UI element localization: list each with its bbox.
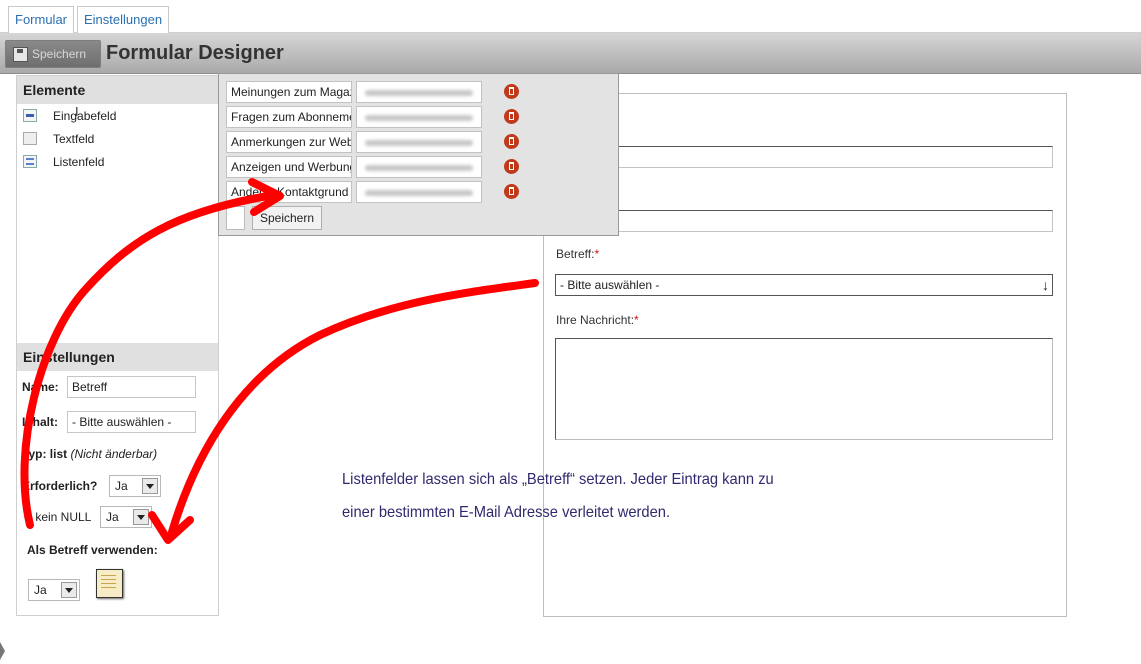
elements-panel-title: Elemente bbox=[17, 76, 218, 104]
tab-bar: Formular Einstellungen bbox=[0, 0, 1141, 33]
subject-select-value: - Bitte auswählen - bbox=[560, 278, 660, 292]
required-select-value: Ja bbox=[115, 479, 128, 493]
required-mark: * bbox=[634, 313, 639, 327]
tab-formular[interactable]: Formular bbox=[8, 6, 75, 33]
notnull-label: - kein NULL bbox=[28, 510, 92, 524]
caption-line-2: einer bestimmten E-Mail Adresse verleite… bbox=[342, 504, 671, 521]
message-field-label: Ihre Nachricht:* bbox=[556, 313, 639, 327]
name-input[interactable]: Betreff bbox=[67, 376, 196, 398]
chevron-down-icon bbox=[142, 478, 158, 494]
entry-email-input[interactable] bbox=[356, 181, 482, 203]
trash-icon[interactable] bbox=[504, 159, 519, 174]
trash-icon[interactable] bbox=[504, 134, 519, 149]
type-info: Typ: list (Nicht änderbar) bbox=[22, 447, 157, 461]
entry-email-input[interactable] bbox=[356, 131, 482, 153]
trash-icon[interactable] bbox=[504, 109, 519, 124]
form-input-2[interactable] bbox=[555, 210, 1053, 232]
subject-field-label-text: Betreff: bbox=[556, 247, 595, 261]
textarea-icon bbox=[23, 132, 37, 145]
redacted-email bbox=[365, 190, 473, 196]
chevron-down-icon bbox=[61, 582, 77, 598]
add-entry-field[interactable] bbox=[226, 206, 245, 230]
redacted-email bbox=[365, 90, 473, 96]
redacted-email bbox=[365, 115, 473, 121]
content-label: Inhalt: bbox=[22, 415, 58, 429]
settings-panel-title: Einstellungen bbox=[17, 343, 218, 371]
subject-setting-label: Als Betreff verwenden: bbox=[27, 543, 158, 557]
subject-field-label: Betreff:* bbox=[556, 247, 599, 261]
name-label: Name: bbox=[22, 380, 59, 394]
caption-line-1: Listenfelder lassen sich als „Betreff“ s… bbox=[342, 471, 774, 488]
entry-name-input[interactable]: Anmerkungen zur Website bbox=[226, 131, 352, 153]
list-entries-popup: Meinungen zum Magazin Fragen zum Abonnem… bbox=[218, 73, 619, 236]
entry-name-input[interactable]: Fragen zum Abonnement bbox=[226, 106, 352, 128]
message-textarea[interactable] bbox=[555, 338, 1053, 440]
form-input-1[interactable] bbox=[555, 146, 1053, 168]
element-label: Textfeld bbox=[53, 132, 95, 146]
save-button[interactable]: Speichern bbox=[5, 40, 101, 68]
entry-name-input[interactable]: Meinungen zum Magazin bbox=[226, 81, 352, 103]
list-editor-icon[interactable] bbox=[96, 569, 123, 598]
element-label: Eingabefeld bbox=[53, 109, 117, 123]
message-field-label-text: Ihre Nachricht: bbox=[556, 313, 635, 327]
notnull-select-value: Ja bbox=[106, 510, 119, 524]
element-label: Listenfeld bbox=[53, 155, 105, 169]
trash-icon[interactable] bbox=[504, 84, 519, 99]
input-field-icon bbox=[23, 109, 37, 122]
entry-email-input[interactable] bbox=[356, 81, 482, 103]
save-button-label: Speichern bbox=[32, 47, 87, 61]
tab-einstellungen[interactable]: Einstellungen bbox=[77, 6, 170, 33]
listbox-icon bbox=[23, 155, 37, 168]
entry-email-input[interactable] bbox=[356, 106, 482, 128]
trash-icon[interactable] bbox=[504, 184, 519, 199]
text-cursor-icon: I bbox=[75, 104, 79, 119]
toolbar: Speichern Formular Designer bbox=[0, 33, 1141, 74]
redacted-email bbox=[365, 140, 473, 146]
page-title: Formular Designer bbox=[106, 42, 284, 64]
arrow-down-icon: ↓ bbox=[1042, 277, 1049, 293]
scroll-arrow-icon[interactable] bbox=[0, 642, 5, 660]
content-input[interactable]: - Bitte auswählen - bbox=[67, 411, 196, 433]
chevron-down-icon bbox=[133, 509, 149, 525]
redacted-email bbox=[365, 165, 473, 171]
subject-setting-select[interactable]: Ja bbox=[28, 579, 80, 601]
subject-select[interactable]: - Bitte auswählen - ↓ bbox=[555, 274, 1053, 296]
subject-setting-value: Ja bbox=[34, 583, 47, 597]
element-textarea[interactable]: Textfeld bbox=[23, 130, 173, 148]
entry-name-input[interactable]: Anzeigen und Werbung bbox=[226, 156, 352, 178]
required-select[interactable]: Ja bbox=[109, 475, 161, 497]
left-panel: Elemente Eingabefeld Textfeld Listenfeld… bbox=[16, 75, 219, 616]
entry-email-input[interactable] bbox=[356, 156, 482, 178]
required-label: Erforderlich? bbox=[22, 479, 98, 493]
type-note: (Nicht änderbar) bbox=[70, 447, 158, 461]
popup-save-button[interactable]: Speichern bbox=[252, 206, 322, 230]
element-listbox[interactable]: Listenfeld bbox=[23, 153, 173, 171]
entry-name-input[interactable]: Anderer Kontaktgrund bbox=[226, 181, 352, 203]
notnull-select[interactable]: Ja bbox=[100, 506, 152, 528]
element-input-field[interactable]: Eingabefeld bbox=[23, 107, 173, 125]
annotation-arrow-2 bbox=[168, 279, 539, 536]
required-mark: * bbox=[594, 247, 600, 261]
type-label: Typ: list bbox=[22, 447, 68, 461]
floppy-disk-icon bbox=[13, 47, 28, 62]
